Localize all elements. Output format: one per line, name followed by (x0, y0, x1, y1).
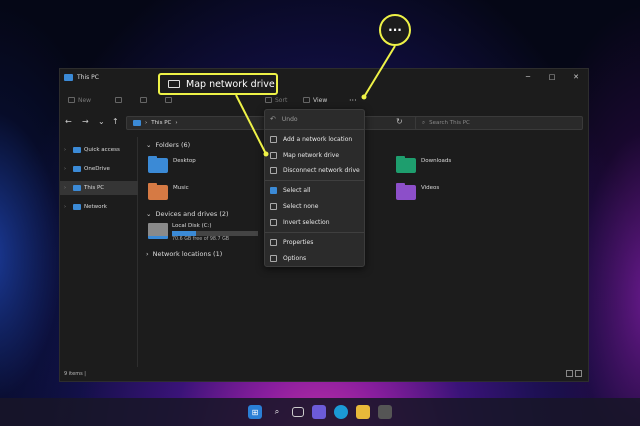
taskbar: ⊞ ⌕ (0, 398, 640, 426)
map-network-drive-callout: Map network drive (158, 73, 278, 95)
see-more-highlight-circle: ··· (379, 14, 411, 46)
circle-leader-dot (361, 94, 367, 100)
callout-leader-line (235, 94, 267, 155)
map-network-drive-icon (168, 80, 180, 88)
search-icon[interactable]: ⌕ (270, 405, 284, 419)
edge-icon[interactable] (334, 405, 348, 419)
chat-icon[interactable] (312, 405, 326, 419)
ellipsis-icon: ··· (388, 23, 402, 37)
task-view-icon[interactable] (292, 407, 304, 417)
callout-leader-dot (263, 151, 269, 157)
start-icon[interactable]: ⊞ (248, 405, 262, 419)
store-icon[interactable] (378, 405, 392, 419)
callout-label: Map network drive (186, 78, 275, 90)
file-explorer-icon[interactable] (356, 405, 370, 419)
circle-leader-line (363, 45, 396, 98)
callout-leader-lines (235, 45, 396, 157)
